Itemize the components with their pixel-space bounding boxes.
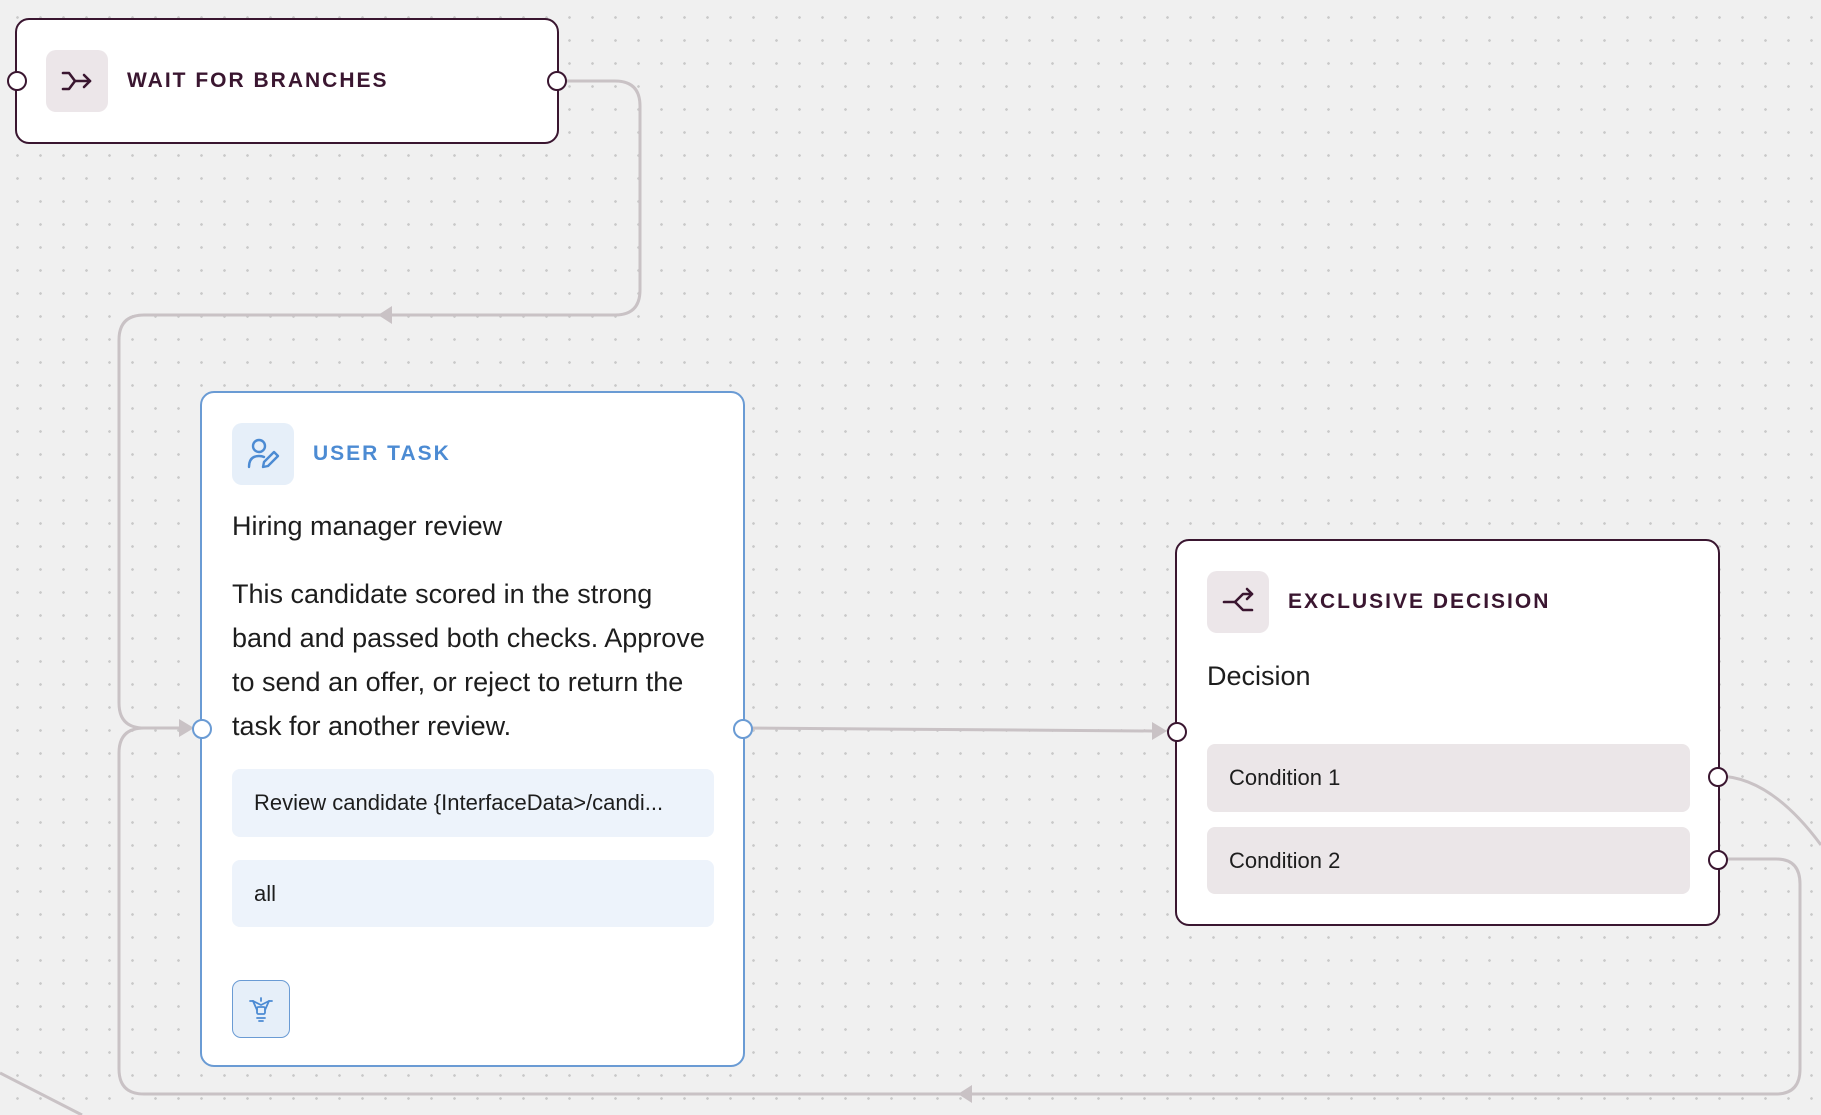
connector-condition-1-out[interactable] <box>1716 774 1821 846</box>
user-edit-icon <box>232 423 294 485</box>
decision-input-port[interactable] <box>1167 722 1187 742</box>
condition-1-output-port[interactable] <box>1708 767 1728 787</box>
user-task-node[interactable]: USER TASK Hiring manager review This can… <box>200 391 745 1067</box>
connector-user-task-to-decision[interactable] <box>742 726 1153 733</box>
connector-direction-arrow <box>378 306 392 324</box>
user-task-output-port[interactable] <box>733 719 753 739</box>
task-description: This candidate scored in the strong band… <box>232 579 705 741</box>
split-arrow-icon <box>1207 571 1269 633</box>
wait-input-port[interactable] <box>7 71 27 91</box>
user-task-input-port[interactable] <box>192 719 212 739</box>
flow-settings-button[interactable] <box>232 980 290 1038</box>
wait-output-port[interactable] <box>547 71 567 91</box>
connector-offscreen[interactable] <box>0 1071 83 1115</box>
node-title: USER TASK <box>313 442 451 465</box>
node-title: EXCLUSIVE DECISION <box>1288 590 1551 613</box>
connector-direction-arrow <box>958 1085 972 1103</box>
condition-2-output-port[interactable] <box>1708 850 1728 870</box>
wait-for-branches-node[interactable]: WAIT FOR BRANCHES <box>15 18 559 144</box>
task-recipients-field[interactable]: all <box>232 860 714 927</box>
decision-name: Decision <box>1207 661 1311 691</box>
flow-settings-icon <box>249 997 273 1022</box>
condition-1[interactable]: Condition 1 <box>1207 744 1690 812</box>
process-canvas[interactable]: WAIT FOR BRANCHES USER TASK Hiring manag… <box>0 0 1821 1115</box>
node-title: WAIT FOR BRANCHES <box>127 69 389 92</box>
connector-arrowhead <box>1152 722 1167 740</box>
condition-2[interactable]: Condition 2 <box>1207 827 1690 894</box>
task-subject-field[interactable]: Review candidate {InterfaceData>/candi..… <box>232 769 714 837</box>
exclusive-decision-node[interactable]: EXCLUSIVE DECISION Decision Condition 1 … <box>1175 539 1720 926</box>
merge-arrow-icon <box>46 50 108 112</box>
task-name: Hiring manager review <box>232 511 503 541</box>
